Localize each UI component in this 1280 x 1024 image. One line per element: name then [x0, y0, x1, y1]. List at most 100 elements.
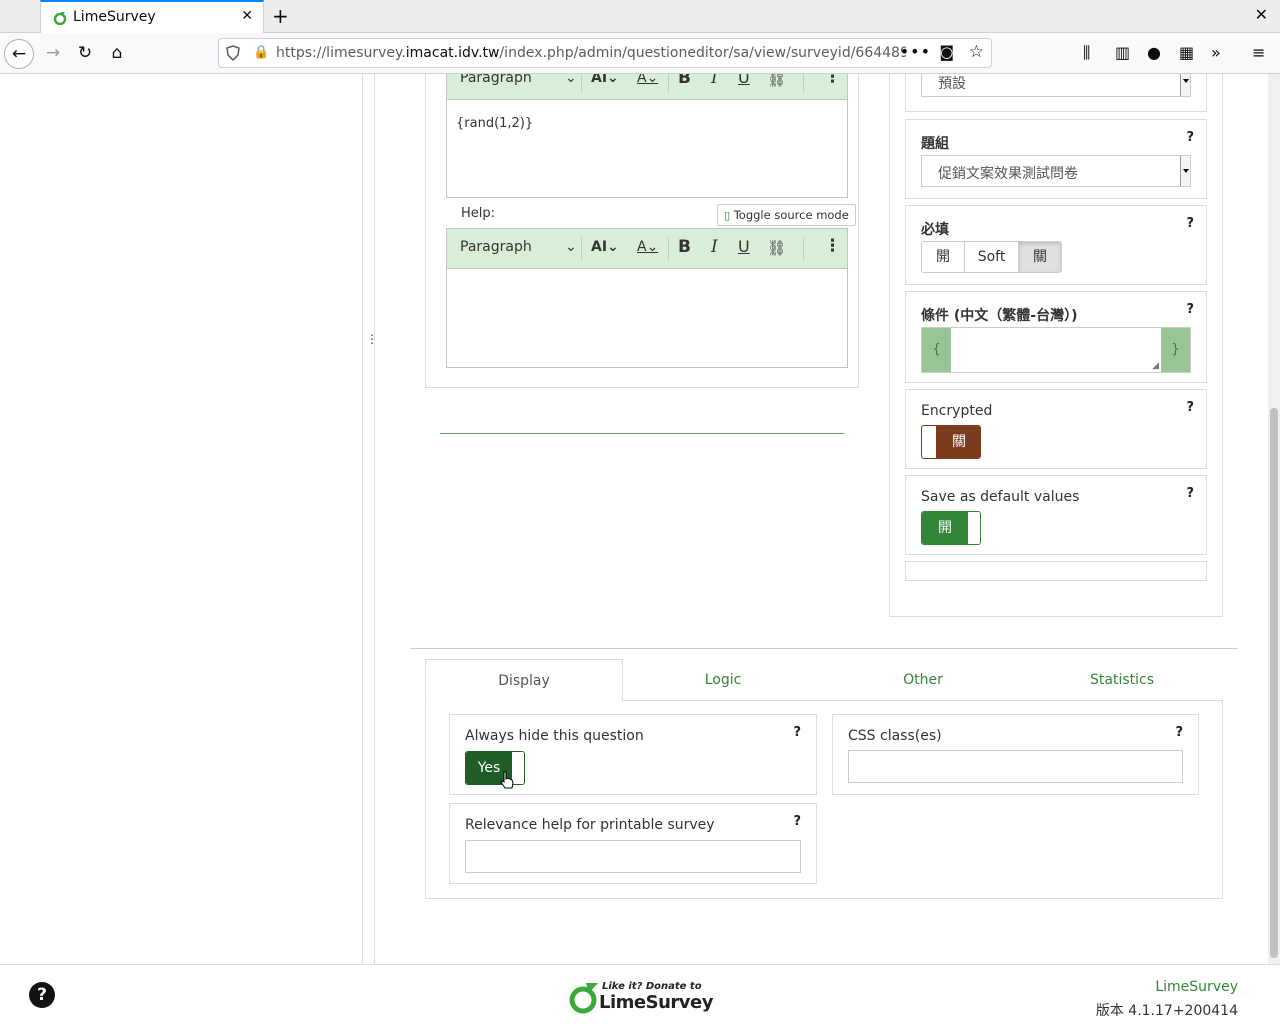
condition-textarea[interactable]: ◢	[951, 328, 1161, 372]
sidebar-icon[interactable]: ▥	[1115, 43, 1130, 62]
condition-input-group: { ◢ }	[921, 327, 1191, 373]
dropdown-arrow-icon[interactable]	[1180, 156, 1190, 186]
lock-icon[interactable]: 🔒	[253, 45, 269, 60]
font-color-icon[interactable]: A⌄	[637, 74, 658, 86]
tab-other[interactable]: Other	[823, 659, 1023, 701]
footer: ? Like it? Donate to LimeSurvey LimeSurv…	[0, 964, 1280, 1024]
hand-cursor-icon	[500, 771, 514, 789]
condition-title: 條件 (中文（繁體-台灣）)	[921, 308, 1078, 324]
mandatory-button-group: 開 Soft 關	[921, 241, 1062, 273]
logo-wordmark: LimeSurvey	[599, 992, 713, 1013]
question-text-value: {rand(1,2)}	[456, 116, 534, 131]
toolbar-divider	[668, 237, 669, 261]
bold-icon[interactable]: B	[678, 237, 691, 257]
relevance-help-title: Relevance help for printable survey	[465, 817, 715, 833]
section-divider	[410, 648, 1238, 649]
encrypted-card: Encrypted ? 關	[905, 389, 1207, 469]
condition-card: 條件 (中文（繁體-台灣）) ? { ◢ }	[905, 291, 1207, 383]
tab-logic[interactable]: Logic	[623, 659, 823, 701]
splitter-grip-icon[interactable]: ⋮	[366, 332, 378, 346]
tracking-shield-icon[interactable]	[226, 45, 240, 61]
page-actions-icon[interactable]: •••	[900, 42, 931, 61]
donate-text: Like it? Donate to	[602, 981, 702, 992]
help-question-icon[interactable]: ?	[1175, 725, 1183, 740]
mandatory-on-button[interactable]: 開	[922, 242, 965, 272]
menu-icon[interactable]: ≡	[1252, 43, 1265, 62]
question-text-content[interactable]: {rand(1,2)}	[447, 100, 847, 197]
toggle-source-button[interactable]: ▯ Toggle source mode	[717, 204, 856, 226]
help-question-icon[interactable]: ?	[1186, 216, 1194, 231]
scrollbar-thumb[interactable]	[1270, 408, 1278, 958]
bold-icon[interactable]: B	[678, 74, 691, 88]
language-select[interactable]: 預設	[921, 74, 1191, 97]
toggle-knob	[968, 512, 980, 544]
window-close-icon[interactable]: ✕	[1255, 5, 1268, 24]
help-text-content[interactable]	[447, 269, 847, 367]
underline-icon[interactable]: U	[738, 74, 750, 87]
more-options-icon[interactable]: ⋮	[824, 236, 841, 256]
chevron-down-icon[interactable]: ⌄	[565, 74, 577, 86]
link-icon[interactable]: ⛓	[767, 239, 786, 257]
help-question-icon[interactable]: ?	[1186, 302, 1194, 317]
question-group-card: 題組 ? 促銷文案效果測試問卷	[905, 119, 1207, 199]
paragraph-format-select[interactable]: Paragraph	[460, 239, 532, 255]
save-default-toggle[interactable]: 開	[921, 511, 981, 545]
language-select-value: 預設	[938, 76, 966, 92]
forward-icon[interactable]: →	[38, 39, 68, 69]
help-question-icon[interactable]: ?	[1186, 400, 1194, 415]
source-file-icon: ▯	[724, 209, 731, 222]
help-question-icon[interactable]: ?	[1186, 486, 1194, 501]
css-class-card: CSS class(es) ?	[832, 714, 1199, 795]
css-class-input[interactable]	[848, 750, 1183, 783]
font-size-icon[interactable]: AI⌄	[591, 239, 619, 255]
paragraph-format-select[interactable]: Paragraph	[460, 74, 532, 86]
mandatory-off-button[interactable]: 關	[1019, 242, 1061, 272]
url-bar[interactable]: 🔒 https://limesurvey.imacat.idv.tw/index…	[218, 38, 992, 68]
help-question-icon[interactable]: ?	[793, 814, 801, 829]
help-question-icon[interactable]: ?	[1186, 130, 1194, 145]
donate-logo[interactable]: Like it? Donate to LimeSurvey	[569, 978, 713, 1016]
bookmark-star-icon[interactable]: ☆	[969, 42, 984, 62]
help-question-icon[interactable]: ?	[793, 725, 801, 740]
version-text: 版本 4.1.17+200414	[1095, 1003, 1238, 1019]
help-circle-icon[interactable]: ?	[29, 982, 55, 1008]
italic-icon[interactable]: I	[711, 74, 718, 88]
tab-display[interactable]: Display	[425, 659, 623, 701]
encrypted-toggle[interactable]: 關	[921, 425, 981, 459]
question-group-select[interactable]: 促銷文案效果測試問卷	[921, 155, 1191, 187]
url-text[interactable]: https://limesurvey.imacat.idv.tw/index.p…	[276, 45, 906, 61]
dropdown-arrow-icon[interactable]	[1180, 74, 1190, 96]
limesurvey-link[interactable]: LimeSurvey	[1155, 979, 1238, 995]
relevance-help-input[interactable]	[465, 840, 801, 873]
extensions-icon[interactable]: ▦	[1179, 43, 1194, 62]
save-default-card: Save as default values ? 開	[905, 475, 1207, 555]
page-content: ⋮ Paragraph ⌄ AI⌄ A⌄ B I U ⛓ ⋮ {rand(1,2…	[0, 74, 1280, 1024]
italic-icon[interactable]: I	[711, 237, 718, 257]
mandatory-soft-button[interactable]: Soft	[965, 242, 1019, 272]
always-hide-toggle[interactable]: Yes	[465, 751, 525, 785]
mandatory-card: 必填 ? 開 Soft 關	[905, 205, 1207, 285]
home-icon[interactable]: ⌂	[102, 39, 132, 69]
pocket-icon[interactable]: ◙	[939, 43, 954, 61]
font-size-icon[interactable]: AI⌄	[591, 74, 619, 86]
link-icon[interactable]: ⛓	[767, 74, 786, 88]
overflow-icon[interactable]: »	[1211, 43, 1221, 62]
resize-handle-icon[interactable]: ◢	[1152, 361, 1159, 371]
more-options-icon[interactable]: ⋮	[824, 74, 841, 87]
back-icon[interactable]: ←	[4, 39, 34, 69]
tab-statistics[interactable]: Statistics	[1023, 659, 1221, 701]
encrypted-title: Encrypted	[921, 403, 993, 419]
account-icon[interactable]: ●	[1147, 43, 1161, 62]
chevron-down-icon[interactable]: ⌄	[565, 239, 577, 255]
new-tab-icon[interactable]: +	[272, 4, 289, 28]
toggle-knob	[922, 426, 936, 458]
scrollbar-track[interactable]	[1268, 74, 1280, 964]
toolbar-divider	[803, 237, 804, 261]
sidebar-splitter[interactable]	[362, 74, 375, 964]
font-color-icon[interactable]: A⌄	[637, 239, 658, 255]
underline-icon[interactable]: U	[738, 237, 750, 256]
tab-close-icon[interactable]: ✕	[241, 8, 253, 24]
reload-icon[interactable]: ↻	[70, 39, 100, 69]
library-icon[interactable]: ⫼	[1083, 43, 1090, 63]
browser-tab[interactable]: LimeSurvey ✕	[40, 0, 264, 34]
